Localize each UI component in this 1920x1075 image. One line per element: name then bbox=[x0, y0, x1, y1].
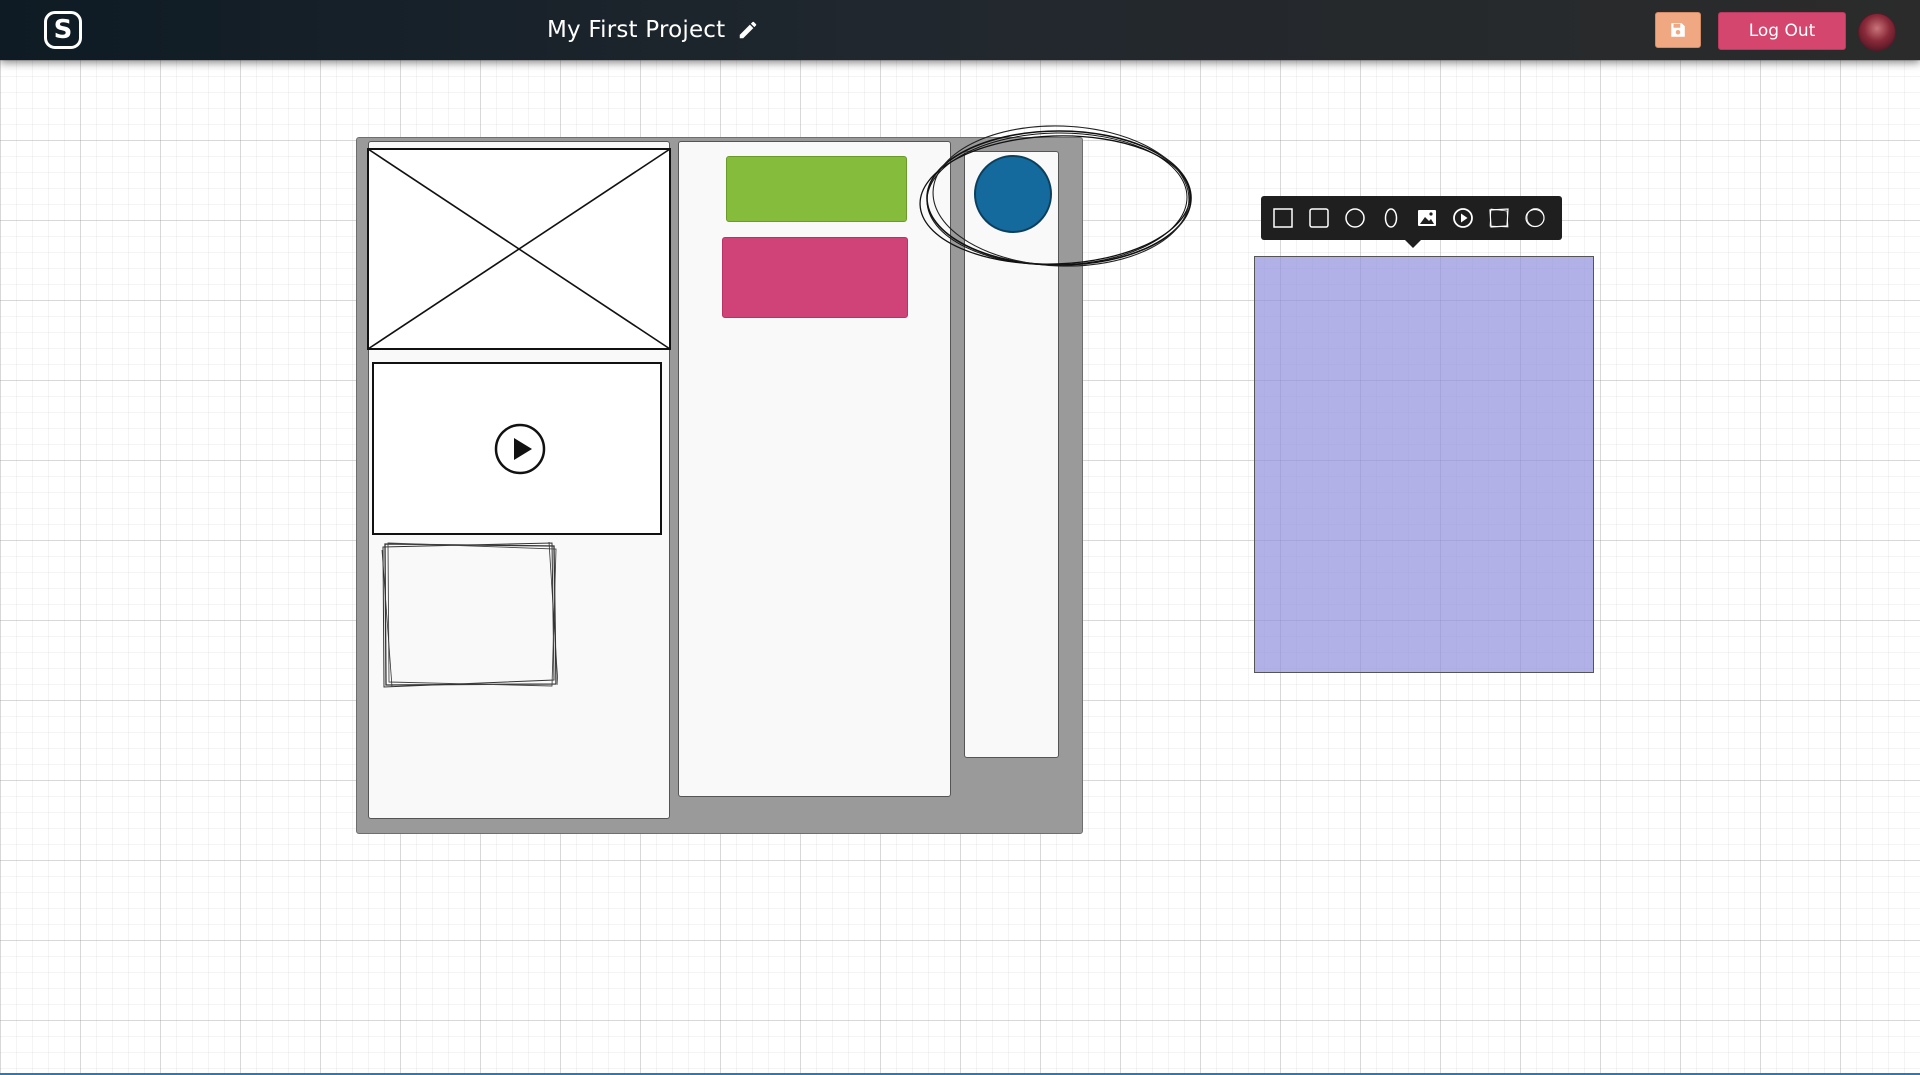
project-title-area: My First Project bbox=[547, 14, 759, 46]
user-avatar[interactable] bbox=[1858, 13, 1896, 51]
video-placeholder[interactable] bbox=[372, 362, 662, 535]
shape-toolbar bbox=[1261, 196, 1562, 248]
logo-letter: S bbox=[53, 15, 73, 45]
tool-ellipse[interactable] bbox=[1379, 206, 1403, 230]
sketch-circle-icon bbox=[1525, 208, 1545, 228]
purple-rectangle-shape[interactable] bbox=[1254, 256, 1594, 673]
tool-circle[interactable] bbox=[1343, 206, 1367, 230]
tool-rounded-rectangle[interactable] bbox=[1307, 206, 1331, 230]
tool-sketch-circle[interactable] bbox=[1523, 206, 1547, 230]
tool-image[interactable] bbox=[1415, 206, 1439, 230]
top-navbar: S My First Project Log Out bbox=[0, 0, 1920, 60]
square-outline-icon bbox=[1273, 208, 1293, 228]
app-logo[interactable]: S bbox=[44, 11, 82, 49]
tool-sketch-rectangle[interactable] bbox=[1487, 206, 1511, 230]
sketch-ellipse[interactable] bbox=[915, 120, 1195, 280]
floppy-disk-icon bbox=[1671, 23, 1685, 37]
circle-outline-icon bbox=[1345, 208, 1365, 228]
image-icon bbox=[1418, 210, 1436, 226]
green-button-shape[interactable] bbox=[726, 156, 907, 222]
image-placeholder[interactable] bbox=[367, 148, 671, 350]
rounded-square-icon bbox=[1309, 208, 1329, 228]
save-button[interactable] bbox=[1655, 12, 1701, 48]
play-circle-icon bbox=[1453, 208, 1473, 228]
sketch-square-icon bbox=[1489, 208, 1509, 228]
logout-button[interactable]: Log Out bbox=[1718, 12, 1846, 50]
project-title[interactable]: My First Project bbox=[547, 17, 725, 43]
tool-video[interactable] bbox=[1451, 206, 1475, 230]
image-placeholder-cross-icon bbox=[367, 148, 671, 350]
pencil-icon[interactable] bbox=[737, 19, 759, 41]
tool-rectangle[interactable] bbox=[1271, 206, 1295, 230]
ellipse-outline-icon bbox=[1384, 208, 1398, 228]
play-icon[interactable] bbox=[494, 423, 546, 475]
pink-button-shape[interactable] bbox=[722, 237, 908, 318]
sketch-rectangle[interactable] bbox=[380, 540, 558, 688]
